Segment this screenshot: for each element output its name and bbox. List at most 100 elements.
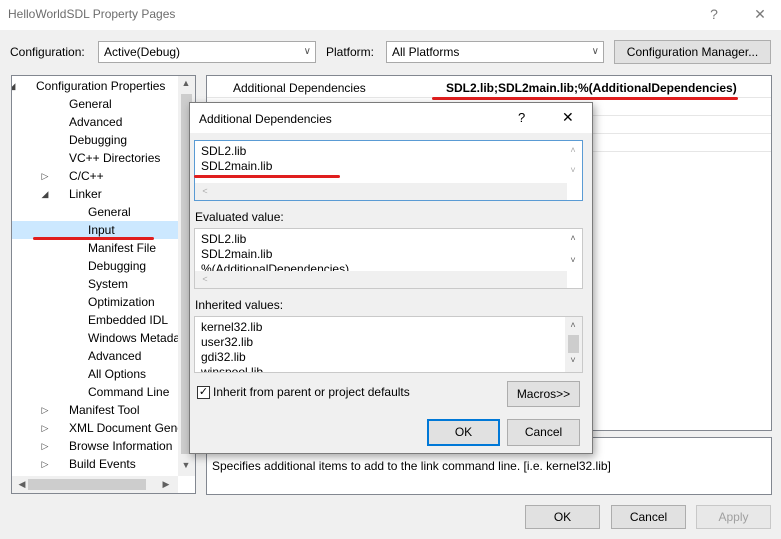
configuration-manager-button[interactable]: Configuration Manager... — [614, 40, 771, 64]
tree-item[interactable]: Manifest File — [12, 239, 178, 257]
dialog-close-button[interactable]: ✕ — [562, 109, 574, 126]
tree-item[interactable]: ◢ Linker — [12, 185, 178, 203]
annotation-underline-input — [33, 237, 154, 240]
apply-button[interactable]: Apply — [696, 505, 771, 529]
tree-item-label: VC++ Directories — [69, 151, 161, 165]
dialog-help-button[interactable]: ? — [518, 110, 525, 125]
platform-select[interactable]: All Platforms ∨ — [386, 41, 604, 63]
additional-dependencies-dialog: Additional Dependencies ? ✕ SDL2.lib SDL2… — [189, 102, 593, 454]
inherited-line: winspool.lib — [201, 365, 264, 372]
expand-arrow-icon[interactable]: ▷ — [40, 401, 50, 419]
tree-item[interactable]: ▷ Build Events — [12, 455, 178, 473]
inherited-line: kernel32.lib — [201, 320, 263, 334]
tree-item[interactable]: Windows Metadata — [12, 329, 190, 347]
tree-horizontal-scrollbar[interactable]: ◀ ▶ — [12, 476, 178, 493]
tree-item[interactable]: General — [12, 95, 178, 113]
tree-item[interactable]: Command Line — [12, 383, 178, 401]
evaluated-line: %(AdditionalDependencies) — [201, 262, 350, 271]
inherit-checkbox-label[interactable]: Inherit from parent or project defaults — [213, 385, 410, 399]
expand-arrow-icon[interactable]: ▷ — [40, 455, 50, 473]
collapse-arrow-icon[interactable]: ◢ — [40, 185, 50, 203]
scroll-up-icon[interactable]: ˄ — [565, 145, 581, 155]
scroll-down-icon[interactable]: ˅ — [565, 255, 581, 265]
tree-item[interactable]: Debugging — [12, 257, 178, 275]
evaluated-horizontal-scrollbar[interactable]: < — [195, 271, 567, 288]
inherit-checkbox[interactable]: ✓ — [197, 386, 210, 399]
property-row[interactable]: Additional Dependencies SDL2.lib;SDL2mai… — [207, 76, 771, 98]
dependency-line: SDL2main.lib — [201, 159, 273, 173]
tree-item-label: Embedded IDL — [88, 313, 169, 327]
tree-item[interactable]: ◢ Configuration Properties — [12, 77, 178, 95]
inherited-label: Inherited values: — [195, 298, 284, 312]
tree-item-label: Manifest File — [88, 241, 157, 255]
help-button[interactable]: ? — [694, 0, 734, 30]
tree-item-label: Advanced — [88, 349, 142, 363]
checkmark-icon: ✓ — [198, 386, 209, 398]
tree-item-label: Manifest Tool — [69, 403, 140, 417]
property-value[interactable]: SDL2.lib;SDL2main.lib;%(AdditionalDepend… — [446, 81, 737, 95]
configuration-select[interactable]: Active(Debug) ∨ — [98, 41, 316, 63]
tree-item[interactable]: Debugging — [12, 131, 178, 149]
platform-value: All Platforms — [392, 45, 460, 59]
tree-item-label: Command Line — [88, 385, 170, 399]
window-title: HelloWorldSDL Property Pages — [8, 7, 176, 21]
scroll-up-icon[interactable]: ▲ — [178, 78, 194, 88]
tree-item[interactable]: Embedded IDL — [12, 311, 178, 329]
dialog-title-bar: Additional Dependencies ? ✕ — [190, 103, 592, 133]
tree-item[interactable]: VC++ Directories — [12, 149, 178, 167]
tree-item[interactable]: ▷ C/C++ — [12, 167, 178, 185]
tree-item[interactable]: Optimization — [12, 293, 178, 311]
inherited-line: user32.lib — [201, 335, 254, 349]
tree-item-label: XML Document Genera — [69, 421, 195, 435]
scroll-left-icon[interactable]: < — [197, 274, 213, 284]
chevron-down-icon: ∨ — [303, 46, 311, 57]
scroll-down-icon[interactable]: ˅ — [565, 165, 581, 175]
tree-item[interactable]: Advanced — [12, 113, 178, 131]
macros-button[interactable]: Macros>> — [507, 381, 580, 407]
evaluated-value-box: SDL2.lib SDL2main.lib %(AdditionalDependen… — [194, 228, 583, 289]
expand-arrow-icon[interactable]: ▷ — [40, 419, 50, 437]
chevron-down-icon: ∨ — [591, 46, 599, 57]
platform-label: Platform: — [326, 45, 375, 59]
scroll-down-icon[interactable]: ˅ — [565, 355, 581, 365]
scroll-up-icon[interactable]: ˄ — [565, 320, 581, 330]
cancel-button[interactable]: Cancel — [611, 505, 686, 529]
edit-horizontal-scrollbar[interactable]: < — [195, 183, 567, 200]
description-text: Specifies additional items to add to the… — [212, 459, 611, 473]
tree-item[interactable]: General — [12, 203, 178, 221]
tree-item[interactable]: All Options — [12, 365, 178, 383]
scroll-thumb[interactable] — [28, 479, 146, 490]
tree-item-label: Advanced — [69, 115, 123, 129]
tree-item-label: General — [69, 97, 112, 111]
configuration-value: Active(Debug) — [104, 45, 181, 59]
close-button[interactable]: ✕ — [740, 0, 780, 30]
scroll-thumb[interactable] — [568, 335, 579, 353]
property-tree[interactable]: ◢ Configuration Properties General Advanced… — [11, 75, 196, 494]
tree-item[interactable]: ▷ Manifest Tool — [12, 401, 178, 419]
dependencies-edit-box[interactable]: SDL2.lib SDL2main.lib ˄ ˅ < — [194, 140, 583, 201]
annotation-underline-value — [432, 97, 738, 100]
tree-item-label: Browse Information — [69, 439, 173, 453]
evaluated-label: Evaluated value: — [195, 210, 284, 224]
property-name: Additional Dependencies — [233, 81, 366, 95]
ok-button[interactable]: OK — [525, 505, 600, 529]
dialog-ok-button[interactable]: OK — [427, 419, 500, 446]
tree-item[interactable]: Advanced — [12, 347, 178, 365]
dialog-cancel-button[interactable]: Cancel — [507, 419, 580, 446]
tree-item-label: Debugging — [88, 259, 147, 273]
expand-arrow-icon[interactable]: ▷ — [40, 167, 50, 185]
tree-item-label: Optimization — [88, 295, 155, 309]
scroll-up-icon[interactable]: ˄ — [565, 233, 581, 243]
inherited-vertical-scrollbar[interactable]: ˄ ˅ — [565, 317, 582, 372]
expand-arrow-icon[interactable]: ▷ — [40, 437, 50, 455]
collapse-arrow-icon[interactable]: ◢ — [12, 77, 17, 95]
title-bar: HelloWorldSDL Property Pages ? ✕ — [0, 0, 781, 30]
scroll-left-icon[interactable]: < — [197, 186, 213, 196]
tree-item-label: Build Events — [69, 457, 136, 471]
scroll-down-icon[interactable]: ▼ — [178, 460, 194, 470]
tree-item[interactable]: System — [12, 275, 178, 293]
tree-item[interactable]: ▷ XML Document Genera — [12, 419, 195, 437]
tree-item[interactable]: ▷ Browse Information — [12, 437, 178, 455]
scroll-right-icon[interactable]: ▶ — [158, 479, 174, 490]
tree-item-label: Configuration Properties — [36, 79, 166, 93]
